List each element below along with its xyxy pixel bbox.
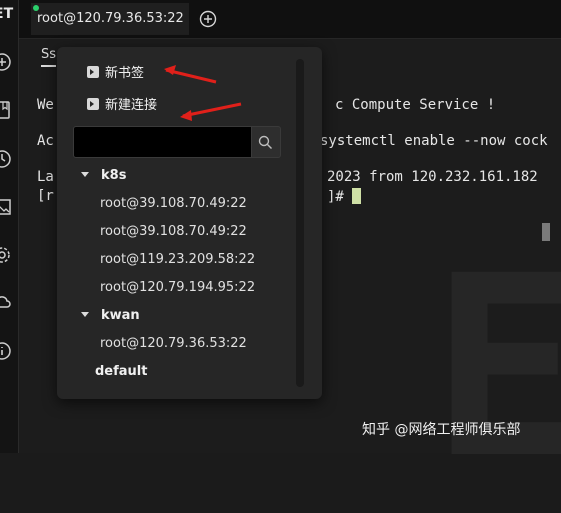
tab-bar: root@120.79.36.53:22 [19, 0, 561, 39]
terminal-icon [87, 98, 99, 110]
image-icon[interactable] [0, 197, 12, 217]
terminal-line: 2023 from 120.232.161.182 [327, 169, 538, 185]
status-dot [33, 5, 39, 11]
annotation-arrow [180, 102, 242, 121]
host-item[interactable]: root@39.108.70.49:22 [100, 194, 247, 214]
left-sidebar: ET [0, 0, 19, 453]
scrollbar-thumb[interactable] [542, 223, 550, 241]
new-bookmark-item[interactable]: 新书签 [87, 62, 144, 86]
host-item[interactable]: root@120.79.194.95:22 [100, 278, 255, 298]
caret-down-icon [81, 172, 89, 177]
terminal-cursor [352, 188, 362, 204]
search-icon [258, 135, 272, 149]
new-connection-item[interactable]: 新建连接 [87, 94, 157, 118]
terminal-icon [87, 66, 99, 78]
terminal-line: [r [37, 188, 54, 204]
terminal-line: We [37, 97, 54, 113]
terminal-line: La [37, 169, 54, 185]
add-tab-icon[interactable] [199, 10, 217, 28]
annotation-arrow [164, 65, 217, 84]
caret-down-icon [81, 312, 89, 317]
tab-session[interactable]: root@120.79.36.53:22 [31, 3, 189, 35]
info-icon[interactable] [0, 341, 12, 361]
terminal-line: c Compute Service ! [335, 97, 496, 113]
terminal-line: systemctl enable --now cock [320, 133, 548, 149]
host-item[interactable]: root@120.79.36.53:22 [100, 334, 247, 354]
host-item[interactable]: root@39.108.70.49:22 [100, 222, 247, 242]
group-kwan[interactable]: kwan [81, 306, 140, 326]
watermark-credit: 知乎 @网络工程师俱乐部 [362, 422, 521, 438]
plus-circle-icon[interactable] [0, 52, 12, 72]
host-item[interactable]: root@119.23.209.58:22 [100, 250, 255, 270]
terminal-subtab[interactable]: Ss [41, 47, 57, 67]
app-logo: ET [0, 6, 14, 22]
menu-scrollbar[interactable] [296, 59, 304, 387]
terminal-line: Ac [37, 133, 54, 149]
group-k8s[interactable]: k8s [81, 166, 126, 186]
search-input[interactable] [73, 126, 252, 158]
group-default[interactable]: default [95, 362, 147, 382]
terminal-prompt: ]# [327, 188, 362, 205]
bookmark-icon[interactable] [0, 100, 12, 120]
gear-icon[interactable] [0, 245, 12, 265]
cloud-sync-icon[interactable] [0, 293, 12, 313]
clock-icon[interactable] [0, 149, 12, 169]
search-button[interactable] [252, 126, 281, 158]
tab-label: root@120.79.36.53:22 [37, 11, 184, 26]
